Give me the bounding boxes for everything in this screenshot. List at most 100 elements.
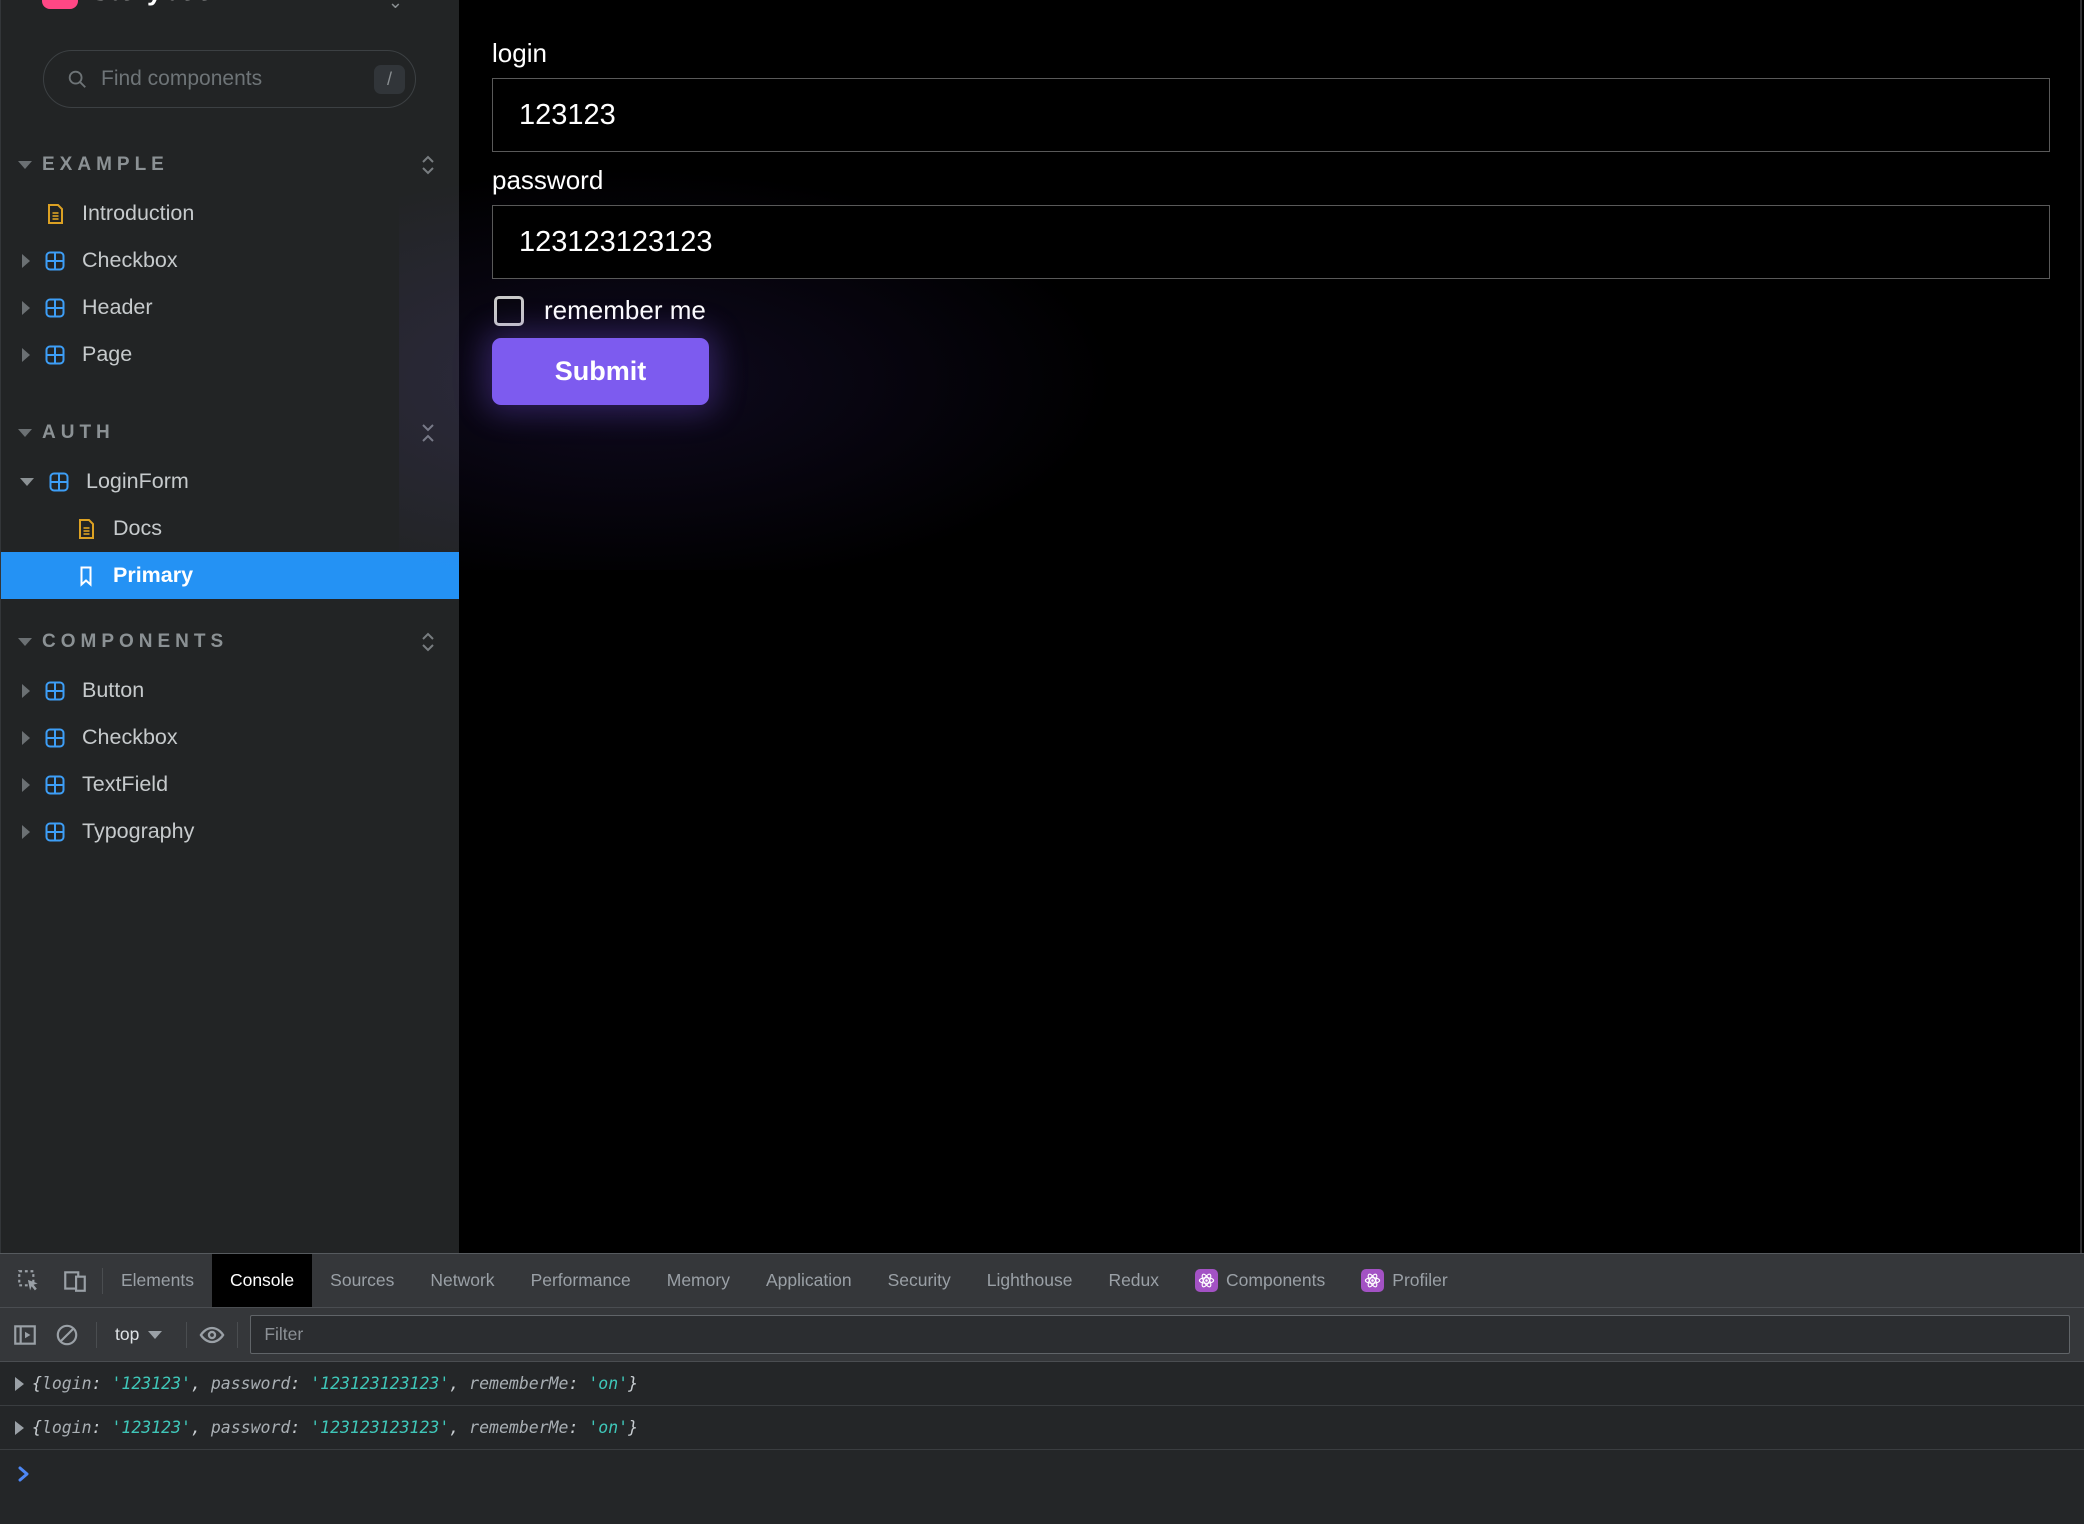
password-label: password <box>492 165 2050 196</box>
expand-all-icon <box>418 630 438 654</box>
component-icon <box>43 249 67 273</box>
login-label: login <box>492 38 2050 69</box>
component-icon <box>43 820 67 844</box>
sidebar-item-introduction[interactable]: Introduction <box>1 190 459 237</box>
devtools-panel: Elements Console Sources Network Perform… <box>0 1253 2084 1524</box>
tab-redux[interactable]: Redux <box>1090 1254 1177 1307</box>
spacer <box>1 599 459 625</box>
preview-scrollbar[interactable] <box>2080 0 2082 1253</box>
sidebar-item-loginform[interactable]: LoginForm <box>1 458 459 505</box>
item-label: TextField <box>82 772 168 797</box>
inspect-element-button[interactable] <box>14 1266 44 1296</box>
chevron-down-icon <box>18 638 32 646</box>
brand-name: Storybook <box>91 0 229 7</box>
tab-elements[interactable]: Elements <box>103 1254 212 1307</box>
chevron-down-icon <box>18 429 32 437</box>
docs-icon <box>43 202 67 226</box>
tab-label: Application <box>766 1270 852 1291</box>
component-icon <box>43 343 67 367</box>
item-label: Checkbox <box>82 725 178 750</box>
item-label: Page <box>82 342 132 367</box>
toggle-console-sidebar-button[interactable] <box>10 1320 40 1350</box>
tab-label: Security <box>888 1270 951 1291</box>
expand-all-button[interactable] <box>415 629 441 655</box>
storybook-logo-icon <box>42 0 78 9</box>
console-sidebar-icon <box>12 1322 38 1348</box>
remember-me-checkbox[interactable] <box>494 296 524 326</box>
story-bookmark-icon <box>74 564 98 588</box>
sidebar-item-button[interactable]: Button <box>1 667 459 714</box>
console-prompt[interactable] <box>0 1450 2084 1498</box>
component-tree: EXAMPLE Introduction Checkbox Header Pag… <box>1 148 459 855</box>
tab-react-components[interactable]: Components <box>1177 1254 1343 1307</box>
search-placeholder: Find components <box>101 67 374 91</box>
submit-button[interactable]: Submit <box>492 338 709 405</box>
tab-application[interactable]: Application <box>748 1254 870 1307</box>
section-auth[interactable]: AUTH <box>1 416 459 450</box>
section-label: COMPONENTS <box>42 631 415 653</box>
tab-label: Console <box>230 1270 294 1291</box>
console-log-entry: {login: '123123', password: '12312312312… <box>0 1362 2084 1406</box>
tab-react-profiler[interactable]: Profiler <box>1343 1254 1465 1307</box>
section-components[interactable]: COMPONENTS <box>1 625 459 659</box>
devtools-tabbar: Elements Console Sources Network Perform… <box>0 1254 2084 1307</box>
brand[interactable]: Storybook <box>42 0 229 11</box>
tab-security[interactable]: Security <box>870 1254 969 1307</box>
expand-triangle-icon[interactable] <box>15 1377 24 1391</box>
storybook-sidebar: Storybook ⌄ Find components / EXAMPLE In… <box>0 0 459 1253</box>
item-label: Checkbox <box>82 248 178 273</box>
tab-performance[interactable]: Performance <box>513 1254 649 1307</box>
console-filter-input[interactable] <box>250 1315 2070 1354</box>
chevron-down-icon[interactable] <box>20 478 34 486</box>
section-example[interactable]: EXAMPLE <box>1 148 459 182</box>
login-field[interactable] <box>492 78 2050 152</box>
item-label: Typography <box>82 819 194 844</box>
item-label: Introduction <box>82 201 194 226</box>
separator <box>186 1322 187 1348</box>
expand-all-button[interactable] <box>415 152 441 178</box>
object-preview: {login: '123123', password: '12312312312… <box>32 1418 638 1437</box>
expand-triangle-icon[interactable] <box>15 1421 24 1435</box>
toggle-device-toolbar-button[interactable] <box>60 1266 90 1296</box>
chevron-right-icon[interactable] <box>22 254 30 268</box>
tab-label: Profiler <box>1392 1270 1447 1291</box>
password-field[interactable] <box>492 205 2050 279</box>
tab-lighthouse[interactable]: Lighthouse <box>969 1254 1091 1307</box>
tab-network[interactable]: Network <box>412 1254 512 1307</box>
chevron-right-icon[interactable] <box>22 301 30 315</box>
component-icon <box>43 726 67 750</box>
sidebar-item-checkbox-example[interactable]: Checkbox <box>1 237 459 284</box>
sidebar-item-checkbox-components[interactable]: Checkbox <box>1 714 459 761</box>
prompt-chevron-icon <box>14 1464 34 1484</box>
tab-sources[interactable]: Sources <box>312 1254 412 1307</box>
context-selector[interactable]: top <box>101 1324 176 1345</box>
device-toolbar-icon <box>62 1268 88 1294</box>
sidebar-menu-icon[interactable]: ⌄ <box>388 0 403 13</box>
collapse-all-icon <box>418 421 438 445</box>
tab-label: Network <box>430 1270 494 1291</box>
tab-console[interactable]: Console <box>212 1254 312 1307</box>
console-log-entry: {login: '123123', password: '12312312312… <box>0 1406 2084 1450</box>
chevron-right-icon[interactable] <box>22 778 30 792</box>
section-label: AUTH <box>42 422 415 444</box>
tab-label: Performance <box>531 1270 631 1291</box>
sidebar-item-loginform-docs[interactable]: Docs <box>1 505 459 552</box>
tab-label: Components <box>1226 1270 1325 1291</box>
expand-all-icon <box>418 153 438 177</box>
chevron-right-icon[interactable] <box>22 684 30 698</box>
chevron-right-icon[interactable] <box>22 731 30 745</box>
search-input[interactable]: Find components / <box>43 50 416 108</box>
sidebar-item-typography[interactable]: Typography <box>1 808 459 855</box>
chevron-right-icon[interactable] <box>22 348 30 362</box>
create-live-expression-button[interactable] <box>197 1320 227 1350</box>
component-icon <box>43 296 67 320</box>
collapse-all-button[interactable] <box>415 420 441 446</box>
sidebar-item-header[interactable]: Header <box>1 284 459 331</box>
remember-me-row: remember me <box>494 295 2050 326</box>
sidebar-item-textfield[interactable]: TextField <box>1 761 459 808</box>
chevron-right-icon[interactable] <box>22 825 30 839</box>
sidebar-item-page[interactable]: Page <box>1 331 459 378</box>
clear-console-button[interactable] <box>52 1320 82 1350</box>
tab-memory[interactable]: Memory <box>649 1254 748 1307</box>
sidebar-item-loginform-primary[interactable]: Primary <box>1 552 459 599</box>
